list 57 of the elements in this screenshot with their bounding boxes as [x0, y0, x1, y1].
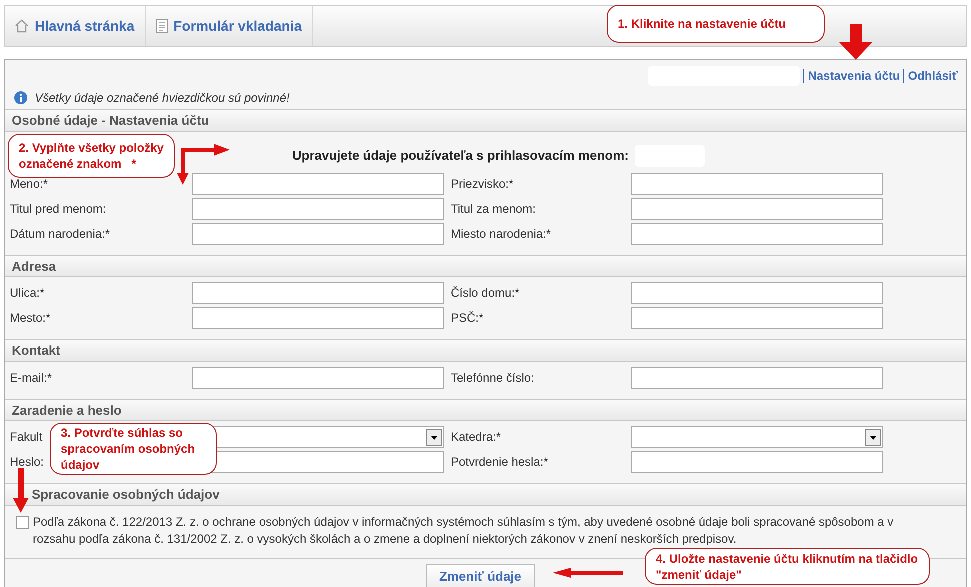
hint-tooltip: 4. Uložte nastavenie účtu kliknutím na tlačidlo "zmeniť údaje" [645, 548, 930, 585]
field-label: Meno:* [10, 176, 48, 191]
caret-icon [870, 436, 876, 440]
field-label: Mesto:* [10, 311, 51, 326]
arrow-icon [553, 568, 623, 578]
input-field[interactable] [631, 366, 883, 389]
document-icon [156, 19, 168, 33]
input-field[interactable] [192, 282, 444, 304]
hint-tooltip: 1. Kliknite na nastavenie účtu [607, 5, 825, 43]
caret-icon [430, 436, 438, 440]
field-label: PSČ:* [451, 311, 484, 326]
input-field[interactable] [192, 172, 444, 195]
field-label: Miesto narodenia:* [451, 226, 552, 241]
section-heading: Adresa [12, 258, 56, 274]
input-field[interactable] [192, 307, 444, 330]
nav-tab[interactable]: Hlavná stránka [5, 6, 146, 46]
input-field[interactable] [192, 366, 444, 389]
input-field[interactable] [192, 198, 444, 220]
account-link[interactable]: Nastavenia účtu [808, 68, 900, 83]
intro-text: Upravujete údaje používateľa s prihlasovacím menom: [292, 148, 629, 164]
arrow-icon [13, 468, 29, 513]
dropdown[interactable] [631, 426, 883, 448]
hint-tooltip: 2. Vyplňte všetky položky označené znakom * [8, 134, 175, 178]
info-icon [14, 91, 28, 106]
consent-text: Podľa zákona č. 122/2013 Z. z. o ochrane osobných údajov v informačných systémoch súhlasím s tým, aby uvedené osobné údaje boli spracované spôsobom a v rozsahu podľa zákona č. 131/2002 Z. z. o vysokých školách a o zmene a doplnení niektorých zákonov v znení neskorších predpisov. [33, 514, 895, 548]
submit-button[interactable]: Zmeniť údaje [426, 564, 535, 587]
field-label: Ulica:* [10, 286, 45, 300]
field-label: Fakult [10, 430, 43, 444]
home-icon [15, 19, 29, 33]
field-label: Číslo domu:* [451, 286, 520, 300]
input-field[interactable] [631, 307, 883, 330]
field-label: Telefónne číslo: [451, 370, 534, 385]
input-field[interactable] [631, 172, 883, 195]
field-label: Dátum narodenia:* [10, 226, 110, 241]
section-heading: Zaradenie a heslo [12, 402, 122, 418]
section-heading: Osobné údaje - Nastavenia účtu [12, 113, 210, 128]
field-label: Katedra:* [451, 430, 502, 444]
account-link[interactable]: Odhlásiť [908, 68, 958, 83]
input-field[interactable] [631, 451, 883, 474]
input-field[interactable] [631, 222, 883, 245]
input-field[interactable] [631, 198, 883, 220]
field-label: E-mail:* [10, 370, 52, 385]
hint-tooltip: 3. Potvrďte súhlas so spracovaním osobných údajov [50, 423, 217, 475]
field-label: Titul pred menom: [10, 202, 106, 216]
input-field[interactable] [631, 282, 883, 304]
arrow-icon [838, 24, 874, 60]
section-heading: Spracovanie osobných údajov [32, 486, 220, 502]
section-heading: Kontakt [12, 343, 60, 358]
field-label: Heslo: [10, 455, 44, 470]
input-field[interactable] [192, 222, 444, 245]
nav-tab[interactable]: Formulár vkladania [146, 6, 313, 46]
field-label: Potvrdenie hesla:* [451, 455, 548, 470]
field-label: Titul za menom: [451, 202, 536, 216]
consent-checkbox[interactable] [16, 516, 29, 529]
arrow-icon [176, 143, 230, 185]
field-label: Priezvisko:* [451, 176, 514, 191]
required-notice: Všetky údaje označené hviezdičkou sú povinné! [35, 91, 290, 106]
